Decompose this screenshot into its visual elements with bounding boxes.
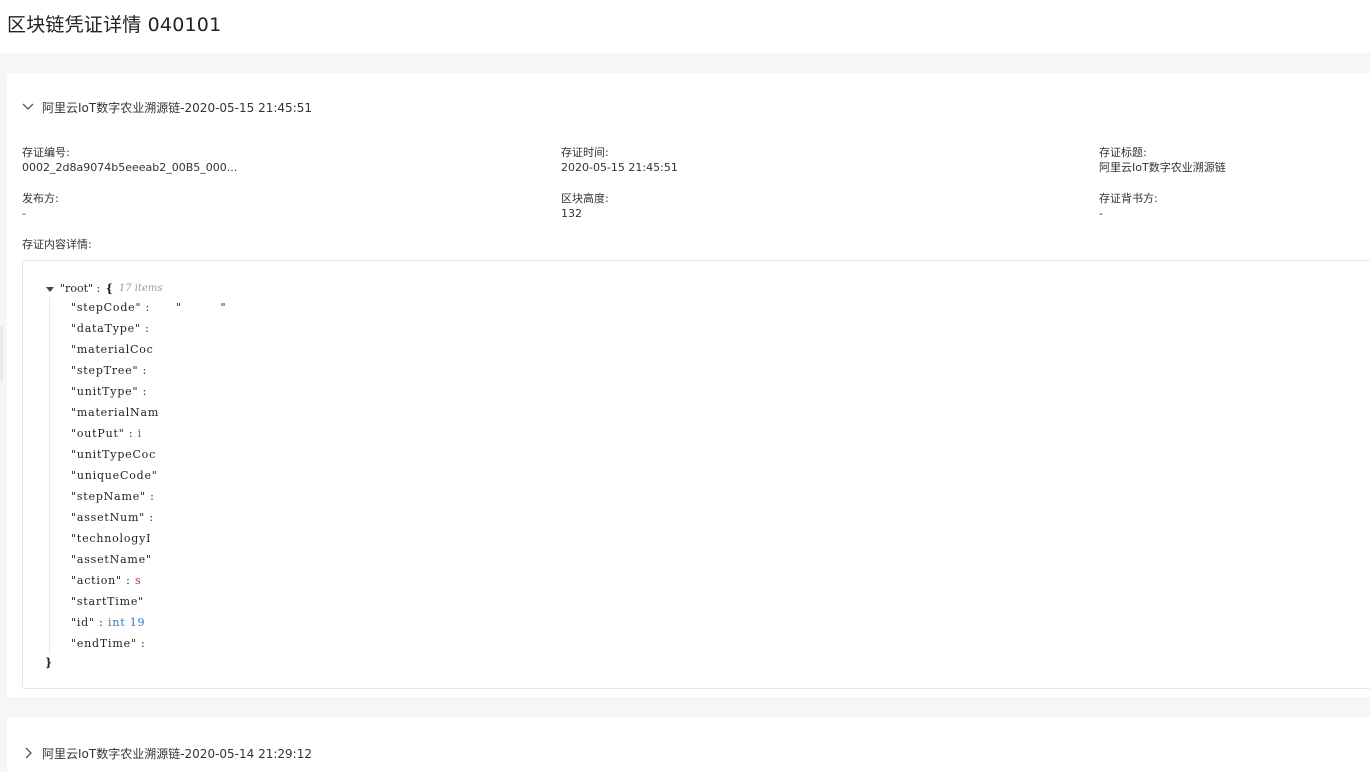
json-key: "outPut" [71, 427, 125, 440]
json-separator: : [138, 385, 148, 398]
json-row: "id" : int 19 [71, 612, 226, 633]
json-separator: : [94, 616, 108, 629]
json-value: i [137, 427, 142, 440]
publisher-value: - [22, 207, 26, 220]
json-row: "stepCode" : " " [71, 297, 226, 318]
json-root-sep: : [93, 282, 104, 295]
json-key: "assetName" [71, 553, 152, 566]
cert-title-label: 存证标题: [1099, 146, 1147, 159]
record-card-header[interactable]: 阿里云IoT数字农业溯源链-2020-05-15 21:45:51 [21, 98, 312, 116]
json-key: "technologyI [71, 532, 152, 545]
page-title: 区块链凭证详情 040101 [7, 14, 222, 36]
endorser-field: 存证背书方: - [1099, 191, 1158, 221]
record-card-title: 阿里云IoT数字农业溯源链-2020-05-14 21:29:12 [42, 746, 312, 761]
json-key: "stepName" [71, 490, 146, 503]
json-children: "stepCode" : " " "dataType" : "materialCoc… [49, 297, 226, 654]
cert-no-field: 存证编号: 0002_2d8a9074b5eeeab2_00B5_000... [22, 145, 237, 175]
json-row: "outPut" : i [71, 423, 226, 444]
caret-down-icon[interactable] [45, 284, 55, 294]
endorser-value: - [1099, 207, 1103, 220]
json-key: "materialCoc [71, 343, 154, 356]
json-root-key: "root" [60, 282, 94, 295]
block-height-field: 区块高度: 132 [561, 191, 609, 221]
json-root-open: { [105, 282, 113, 295]
json-key: "uniqueCode" [71, 469, 158, 482]
publisher-field: 发布方: - [22, 191, 59, 221]
json-viewer: "root" : { 17 items "stepCode" : " " "dat… [22, 260, 1370, 689]
json-item-count: 17 items [118, 283, 163, 294]
json-tree: "root" : { 17 items "stepCode" : " " "dat… [45, 281, 226, 672]
json-value: s [135, 574, 142, 587]
json-row: "action" : s [71, 570, 226, 591]
json-separator: : [124, 427, 138, 440]
json-separator: : [136, 637, 146, 650]
json-row: "endTime" : [71, 633, 226, 654]
content-label: 存证内容详情: [22, 238, 92, 251]
json-key: "endTime" [71, 637, 137, 650]
json-key: "id" [71, 616, 95, 629]
json-row: "assetName" [71, 549, 226, 570]
json-key: "action" [71, 574, 122, 587]
json-row: "unitType" : [71, 381, 226, 402]
json-row: "stepName" : [71, 486, 226, 507]
json-row: "technologyI [71, 528, 226, 549]
cert-time-field: 存证时间: 2020-05-15 21:45:51 [561, 145, 678, 175]
json-row: "materialCoc [71, 339, 226, 360]
json-key: "startTime" [71, 595, 145, 608]
json-key: "dataType" [71, 322, 141, 335]
json-row: "unitTypeCoc [71, 444, 226, 465]
json-row: "assetNum" : [71, 507, 226, 528]
record-card-title: 阿里云IoT数字农业溯源链-2020-05-15 21:45:51 [42, 100, 312, 115]
json-separator: : " " [141, 301, 227, 314]
json-root-close: } [45, 656, 53, 669]
json-key: "unitTypeCoc [71, 448, 157, 461]
json-row: "startTime" [71, 591, 226, 612]
block-height-label: 区块高度: [561, 192, 609, 205]
json-value: int 19 [108, 616, 146, 629]
chevron-down-icon[interactable] [21, 100, 35, 114]
json-key: "assetNum" [71, 511, 146, 524]
json-key: "stepCode" [71, 301, 142, 314]
json-row: "dataType" : [71, 318, 226, 339]
chevron-right-icon[interactable] [21, 746, 35, 760]
cert-time-label: 存证时间: [561, 146, 609, 159]
publisher-label: 发布方: [22, 192, 59, 205]
json-separator: : [140, 322, 150, 335]
json-key: "stepTree" [71, 364, 139, 377]
cert-no-label: 存证编号: [22, 146, 70, 159]
json-row: "materialNam [71, 402, 226, 423]
json-key: "materialNam [71, 406, 160, 419]
record-card-collapsed: 阿里云IoT数字农业溯源链-2020-05-14 21:29:12 [7, 717, 1370, 772]
endorser-label: 存证背书方: [1099, 192, 1158, 205]
json-row: "uniqueCode" [71, 465, 226, 486]
json-root-line: "root" : { 17 items [45, 281, 226, 297]
page-header: 区块链凭证详情 040101 [0, 0, 1370, 53]
cert-time-value: 2020-05-15 21:45:51 [561, 161, 678, 174]
cert-no-value: 0002_2d8a9074b5eeeab2_00B5_000... [22, 161, 238, 174]
json-separator: : [138, 364, 148, 377]
json-separator: : [145, 490, 155, 503]
json-key: "unitType" [71, 385, 139, 398]
block-height-value: 132 [561, 207, 582, 220]
record-card-expanded: 阿里云IoT数字农业溯源链-2020-05-15 21:45:51 存证编号: … [7, 73, 1370, 697]
scroll-edge [0, 326, 3, 380]
cert-title-field: 存证标题: 阿里云IoT数字农业溯源链 [1099, 145, 1226, 175]
cert-title-value: 阿里云IoT数字农业溯源链 [1099, 161, 1226, 174]
json-row: "stepTree" : [71, 360, 226, 381]
json-separator: : [145, 511, 154, 524]
json-separator: : [121, 574, 135, 587]
record-card-header[interactable]: 阿里云IoT数字农业溯源链-2020-05-14 21:29:12 [21, 744, 312, 762]
